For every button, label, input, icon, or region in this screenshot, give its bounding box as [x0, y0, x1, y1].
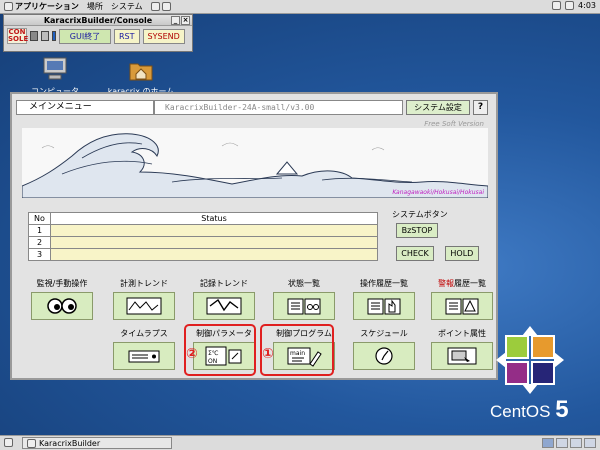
close-button[interactable]: × [181, 16, 190, 25]
hold-button[interactable]: HOLD [444, 246, 479, 261]
row-status [50, 236, 378, 249]
status-list-label: 状態一覧 [288, 279, 320, 288]
monitor-manual-button[interactable]: 監視/手動操作 [26, 278, 98, 320]
row-no: 1 [28, 224, 51, 237]
sysend-button[interactable]: SYSEND [142, 28, 185, 44]
measure-trend-icon [126, 297, 162, 315]
workspace-1[interactable] [542, 438, 554, 448]
free-version-label: Free Soft Version [424, 120, 484, 128]
rst-button[interactable]: RST [114, 28, 140, 44]
badge-one: ① [262, 346, 274, 362]
lock-icon [30, 31, 38, 41]
col-no: No [28, 212, 51, 225]
wave-illustration [22, 133, 488, 198]
main-menu-window: メインメニュー KaracrixBuilder-24A-small/v3.00 … [10, 92, 498, 380]
show-desktop-icon[interactable] [4, 438, 13, 447]
alarm-history-label: 警報履歴一覧 [426, 278, 498, 289]
system-button-group: システムボタン BzSTOP CHECK HOLD [392, 209, 492, 261]
status-book-icon [287, 298, 321, 315]
great-wave-image: Kanagawaoki/Hokusai/Hokusai [22, 128, 488, 198]
schedule-icon [375, 347, 393, 365]
workspace-switcher[interactable] [542, 438, 596, 448]
status-list-button[interactable]: 状態一覧 [268, 278, 340, 320]
console-window: KaracrixBuilder/Console _ × CON SOLE GUI終… [3, 14, 193, 52]
applications-menu[interactable]: アプリケーション [4, 1, 79, 12]
record-trend-icon [206, 297, 242, 315]
main-menu-title: メインメニュー [16, 99, 154, 115]
volume-icon[interactable] [565, 1, 575, 10]
clock[interactable]: 4:03 [578, 1, 596, 10]
row-no: 2 [28, 236, 51, 249]
table-row[interactable]: 1 [28, 224, 378, 237]
browser-icon [150, 2, 160, 11]
record-trend-label: 記録トレンド [200, 279, 248, 288]
operation-history-icon [367, 298, 401, 315]
console-title: KaracrixBuilder/Console [43, 16, 153, 25]
timelapse-icon [128, 350, 160, 363]
timelapse-label: タイムラプス [120, 329, 168, 338]
row-status [50, 224, 378, 237]
gui-exit-button[interactable]: GUI終了 [59, 28, 111, 44]
col-status: Status [50, 212, 378, 225]
system-settings-button[interactable]: システム設定 [406, 99, 470, 115]
image-credit: Kanagawaoki/Hokusai/Hokusai [392, 189, 484, 196]
bottom-panel: KaracrixBuilder [0, 435, 600, 450]
record-trend-button[interactable]: 記録トレンド [188, 278, 260, 320]
row-status [50, 248, 378, 261]
taskbar-karacrix-label: KaracrixBuilder [39, 438, 101, 448]
schedule-button[interactable]: スケジュール [348, 328, 420, 370]
eyes-icon [47, 298, 77, 314]
workspace-3[interactable] [570, 438, 582, 448]
home-folder-icon [129, 63, 153, 81]
status-table: No Status 1 2 3 [28, 212, 378, 261]
top-panel: アプリケーション 場所 システム 4:03 [0, 0, 600, 14]
taskbar-karacrix[interactable]: KaracrixBuilder [22, 437, 172, 449]
applications-menu-label: アプリケーション [15, 2, 79, 11]
alarm-history-button[interactable]: 警報履歴一覧 [426, 278, 498, 320]
bzstop-button[interactable]: BzSTOP [396, 223, 438, 238]
table-row[interactable]: 3 [28, 248, 378, 261]
minimize-button[interactable]: _ [171, 16, 180, 25]
launcher-icons[interactable] [150, 1, 171, 12]
measure-trend-label: 計測トレンド [120, 279, 168, 288]
centos-name: CentOS [490, 402, 556, 421]
printer-icon [41, 31, 49, 41]
operation-history-label: 操作履歴一覧 [360, 279, 408, 288]
console-titlebar[interactable]: KaracrixBuilder/Console _ × [4, 15, 192, 26]
app-foot-icon [4, 2, 13, 11]
network-icon[interactable] [552, 1, 562, 10]
operation-history-button[interactable]: 操作履歴一覧 [348, 278, 420, 320]
system-menu[interactable]: システム [111, 1, 143, 12]
measure-trend-button[interactable]: 計測トレンド [108, 278, 180, 320]
system-button-label: システムボタン [392, 210, 448, 219]
timelapse-button[interactable]: タイムラプス [108, 328, 180, 370]
indicator-icon [52, 31, 56, 41]
alarm-history-icon [445, 298, 479, 315]
check-button[interactable]: CHECK [396, 246, 434, 261]
table-row[interactable]: 2 [28, 236, 378, 249]
desktop-computer[interactable]: コンピュータ [20, 56, 90, 97]
alarm-history-label-rest: 履歴一覧 [454, 279, 486, 288]
workspace-2[interactable] [556, 438, 568, 448]
mail-icon [161, 2, 171, 11]
alarm-history-label-red: 警報 [438, 279, 454, 288]
help-button[interactable]: ? [473, 99, 488, 115]
monitor-manual-label: 監視/手動操作 [36, 279, 88, 288]
row-no: 3 [28, 248, 51, 261]
places-menu[interactable]: 場所 [87, 1, 103, 12]
desktop-home[interactable]: karacrix のホーム [106, 56, 176, 97]
workspace-4[interactable] [584, 438, 596, 448]
badge-two: ② [186, 346, 198, 362]
window-icon [27, 438, 36, 448]
schedule-label: スケジュール [360, 329, 408, 338]
version-field: KaracrixBuilder-24A-small/v3.00 [154, 99, 403, 115]
centos-wordmark: CentOS 5 [490, 396, 569, 424]
console-label: CON SOLE [7, 28, 29, 44]
computer-icon [43, 57, 67, 80]
centos-version: 5 [555, 396, 569, 423]
